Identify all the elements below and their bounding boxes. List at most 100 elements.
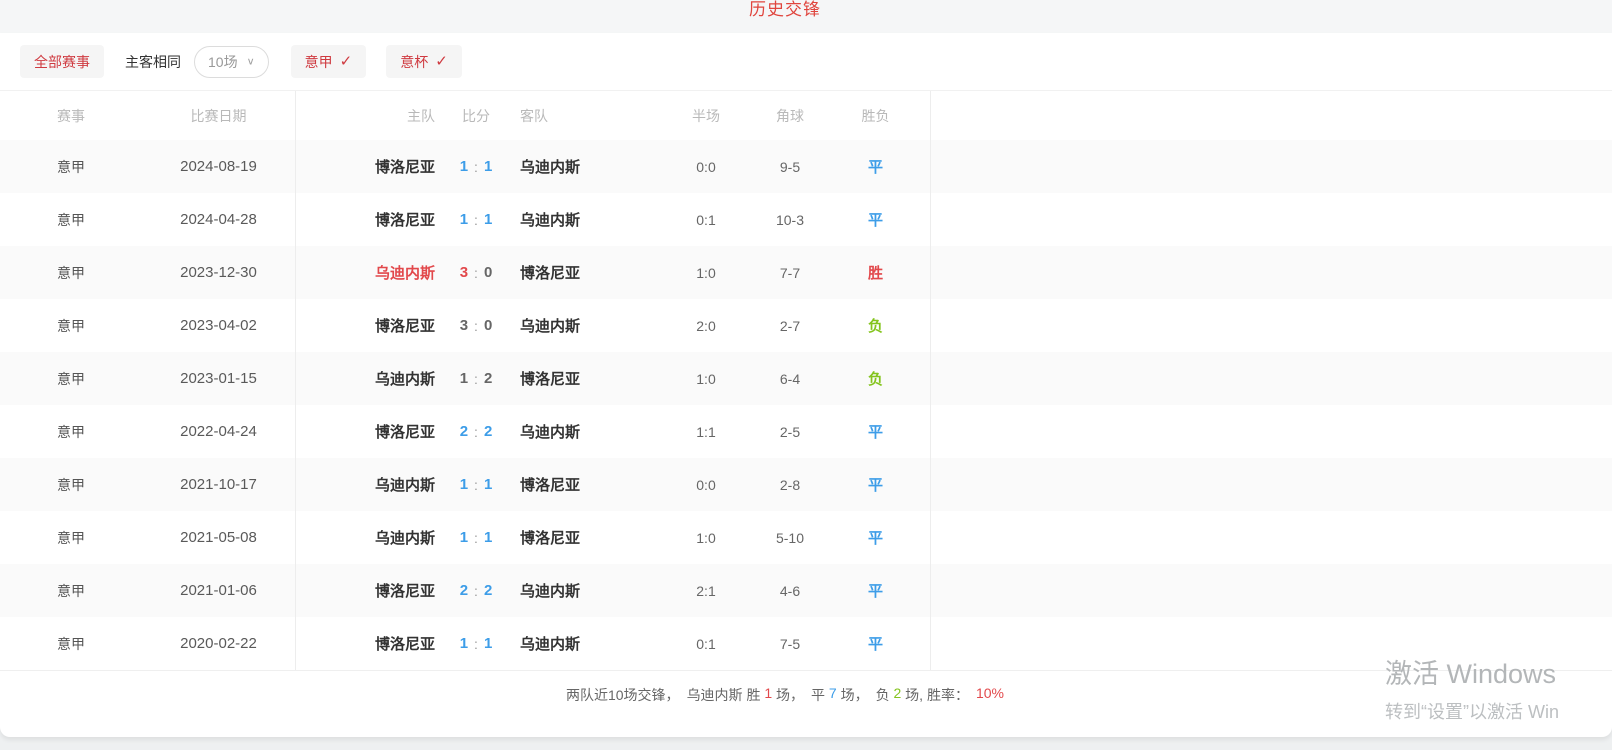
row-date: 2021-05-08 [142,511,296,564]
row-away-goals: 1 [484,529,492,546]
summary-segment: 平 [811,685,829,705]
row-home-team: 乌迪内斯 [375,527,435,548]
row-home-team: 博洛尼亚 [375,315,435,336]
row-score: 3 : 0 [435,246,517,299]
header-date: 比赛日期 [142,91,296,140]
coppa-italia-filter-button[interactable]: 意杯 ✓ [386,45,462,78]
table-row: 意甲 2023-12-30 乌迪内斯 3 : 0 博洛尼亚 1:0 7-7 胜 [0,246,1612,299]
all-matches-filter-button[interactable]: 全部赛事 [20,45,104,78]
score-colon: : [474,371,478,387]
serie-a-filter-button[interactable]: 意甲 ✓ [291,45,367,78]
row-date: 2023-12-30 [142,246,296,299]
row-corners: 2-8 [759,458,821,511]
row-home-goals: 1 [460,529,468,546]
header-corners: 角球 [759,91,821,140]
row-date: 2024-04-28 [142,193,296,246]
row-away-team: 博洛尼亚 [520,527,580,548]
row-league: 意甲 [0,458,142,511]
row-half-time: 2:1 [653,564,759,617]
row-corners: 4-6 [759,564,821,617]
summary-segment: 场， [772,685,811,705]
row-half-time: 0:0 [653,140,759,193]
row-away-team: 乌迪内斯 [520,633,580,654]
row-corners: 7-7 [759,246,821,299]
row-away-team: 乌迪内斯 [520,421,580,442]
match-count-dropdown[interactable]: 10场 ∨ [194,46,269,78]
row-league: 意甲 [0,511,142,564]
row-result-badge: 平 [868,580,883,601]
page-title: 历史交锋 [749,0,821,20]
row-corners: 2-5 [759,405,821,458]
row-score: 1 : 1 [435,140,517,193]
row-home-team: 乌迪内斯 [375,368,435,389]
filter-bar: 全部赛事 主客相同 10场 ∨ 意甲 ✓ 意杯 ✓ [0,33,1612,91]
row-away-goals: 0 [484,317,492,334]
score-colon: : [474,583,478,599]
row-result-badge: 平 [868,633,883,654]
row-home-goals: 1 [460,635,468,652]
row-half-time: 1:0 [653,511,759,564]
row-league: 意甲 [0,405,142,458]
same-home-away-filter[interactable]: 主客相同 [125,52,181,72]
row-away-goals: 2 [484,582,492,599]
table-header-row: 赛事 比赛日期 主队 比分 客队 半场 角球 胜负 [0,91,1612,140]
summary-segment: 两队近10场交锋， [566,685,687,705]
summary-segment: 乌迪内斯 胜 [687,685,765,705]
row-home-team: 博洛尼亚 [375,580,435,601]
row-corners: 7-5 [759,617,821,670]
score-colon: : [474,477,478,493]
score-colon: : [474,424,478,440]
score-colon: : [474,159,478,175]
row-home-goals: 1 [460,211,468,228]
row-score: 3 : 0 [435,299,517,352]
row-result-badge: 平 [868,474,883,495]
table-row: 意甲 2022-04-24 博洛尼亚 2 : 2 乌迪内斯 1:1 2-5 平 [0,405,1612,458]
row-corners: 5-10 [759,511,821,564]
top-strip: 历史交锋 [0,0,1612,33]
score-colon: : [474,318,478,334]
table-row: 意甲 2020-02-22 博洛尼亚 1 : 1 乌迪内斯 0:1 7-5 平 [0,617,1612,670]
score-colon: : [474,265,478,281]
row-corners: 9-5 [759,140,821,193]
table-row: 意甲 2021-05-08 乌迪内斯 1 : 1 博洛尼亚 1:0 5-10 平 [0,511,1612,564]
row-result-badge: 负 [868,315,883,336]
table-body: 意甲 2024-08-19 博洛尼亚 1 : 1 乌迪内斯 0:0 9-5 平 … [0,140,1612,670]
head-to-head-card: 全部赛事 主客相同 10场 ∨ 意甲 ✓ 意杯 ✓ 赛事 比赛日期 主队 比分 … [0,33,1612,737]
row-away-team: 乌迪内斯 [520,315,580,336]
row-away-team: 博洛尼亚 [520,368,580,389]
header-score: 比分 [435,91,517,140]
summary-line: 两队近10场交锋， 乌迪内斯 胜 1 场， 平 7 场， 负 2 场, 胜率： … [0,670,1612,737]
header-home-team: 主队 [296,91,435,140]
row-away-goals: 1 [484,476,492,493]
row-home-team: 乌迪内斯 [375,474,435,495]
chevron-down-icon: ∨ [247,56,255,68]
row-away-goals: 0 [484,264,492,281]
row-away-goals: 1 [484,211,492,228]
check-icon: ✓ [340,54,353,69]
table-row: 意甲 2023-04-02 博洛尼亚 3 : 0 乌迪内斯 2:0 2-7 负 [0,299,1612,352]
row-corners: 10-3 [759,193,821,246]
summary-segment: 负 [876,685,894,705]
row-result-badge: 平 [868,421,883,442]
row-away-team: 乌迪内斯 [520,580,580,601]
row-away-team: 乌迪内斯 [520,209,580,230]
score-colon: : [474,636,478,652]
row-away-team: 博洛尼亚 [520,262,580,283]
row-away-team: 乌迪内斯 [520,156,580,177]
row-half-time: 1:1 [653,405,759,458]
row-result-badge: 负 [868,368,883,389]
table-row: 意甲 2023-01-15 乌迪内斯 1 : 2 博洛尼亚 1:0 6-4 负 [0,352,1612,405]
row-away-goals: 2 [484,370,492,387]
summary-segment: 胜率： [927,685,976,705]
summary-segment: 2 [894,685,902,701]
header-league: 赛事 [0,91,142,140]
row-home-team: 博洛尼亚 [375,633,435,654]
row-result-badge: 平 [868,209,883,230]
row-half-time: 1:0 [653,246,759,299]
row-date: 2020-02-22 [142,617,296,670]
score-colon: : [474,212,478,228]
table-row: 意甲 2021-01-06 博洛尼亚 2 : 2 乌迪内斯 2:1 4-6 平 [0,564,1612,617]
summary-segment: 1 [764,685,772,701]
row-date: 2021-01-06 [142,564,296,617]
row-home-goals: 1 [460,476,468,493]
